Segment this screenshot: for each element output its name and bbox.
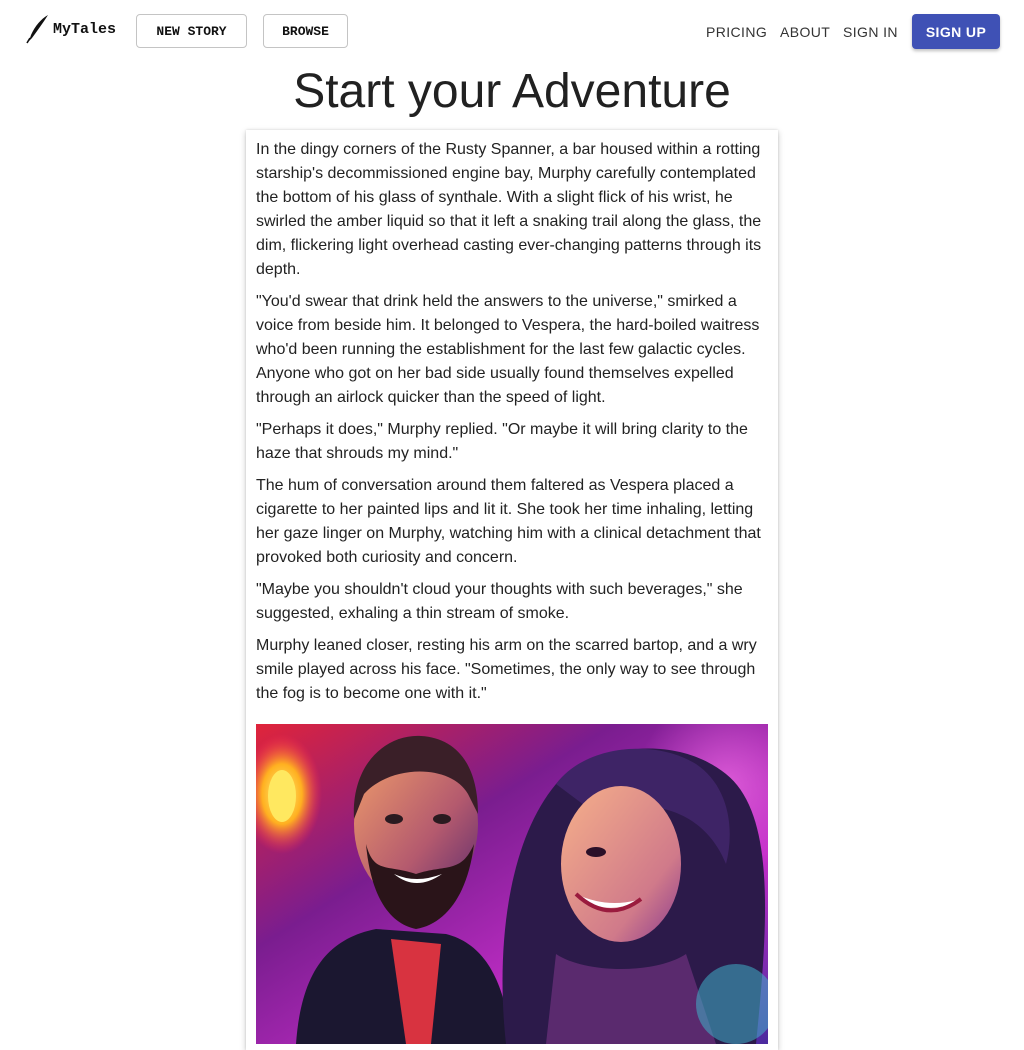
- brand-logo[interactable]: MyTales: [26, 14, 116, 44]
- browse-button[interactable]: BROWSE: [263, 14, 348, 48]
- nav-about-link[interactable]: ABOUT: [780, 22, 830, 42]
- story-illustration: [256, 724, 768, 1044]
- new-story-button[interactable]: NEW STORY: [136, 14, 247, 48]
- nav-pricing-link[interactable]: PRICING: [706, 22, 767, 42]
- story-paragraph: "Maybe you shouldn't cloud your thoughts…: [256, 581, 743, 622]
- brand-name: MyTales: [53, 20, 117, 38]
- story-card: In the dingy corners of the Rusty Spanne…: [246, 130, 778, 1050]
- quill-icon: [26, 14, 50, 44]
- top-app-bar: MyTales NEW STORY BROWSE PRICING ABOUT S…: [0, 0, 1024, 64]
- sign-up-button[interactable]: SIGN UP: [912, 14, 1000, 49]
- story-paragraph: The hum of conversation around them falt…: [256, 477, 761, 566]
- sign-in-link[interactable]: SIGN IN: [843, 22, 898, 42]
- story-paragraph: "Perhaps it does," Murphy replied. "Or m…: [256, 421, 748, 462]
- page-title: Start your Adventure: [293, 65, 731, 118]
- story-paragraph: In the dingy corners of the Rusty Spanne…: [256, 141, 762, 278]
- story-paragraph: "You'd swear that drink held the answers…: [256, 293, 760, 406]
- story-paragraph: Murphy leaned closer, resting his arm on…: [256, 637, 757, 702]
